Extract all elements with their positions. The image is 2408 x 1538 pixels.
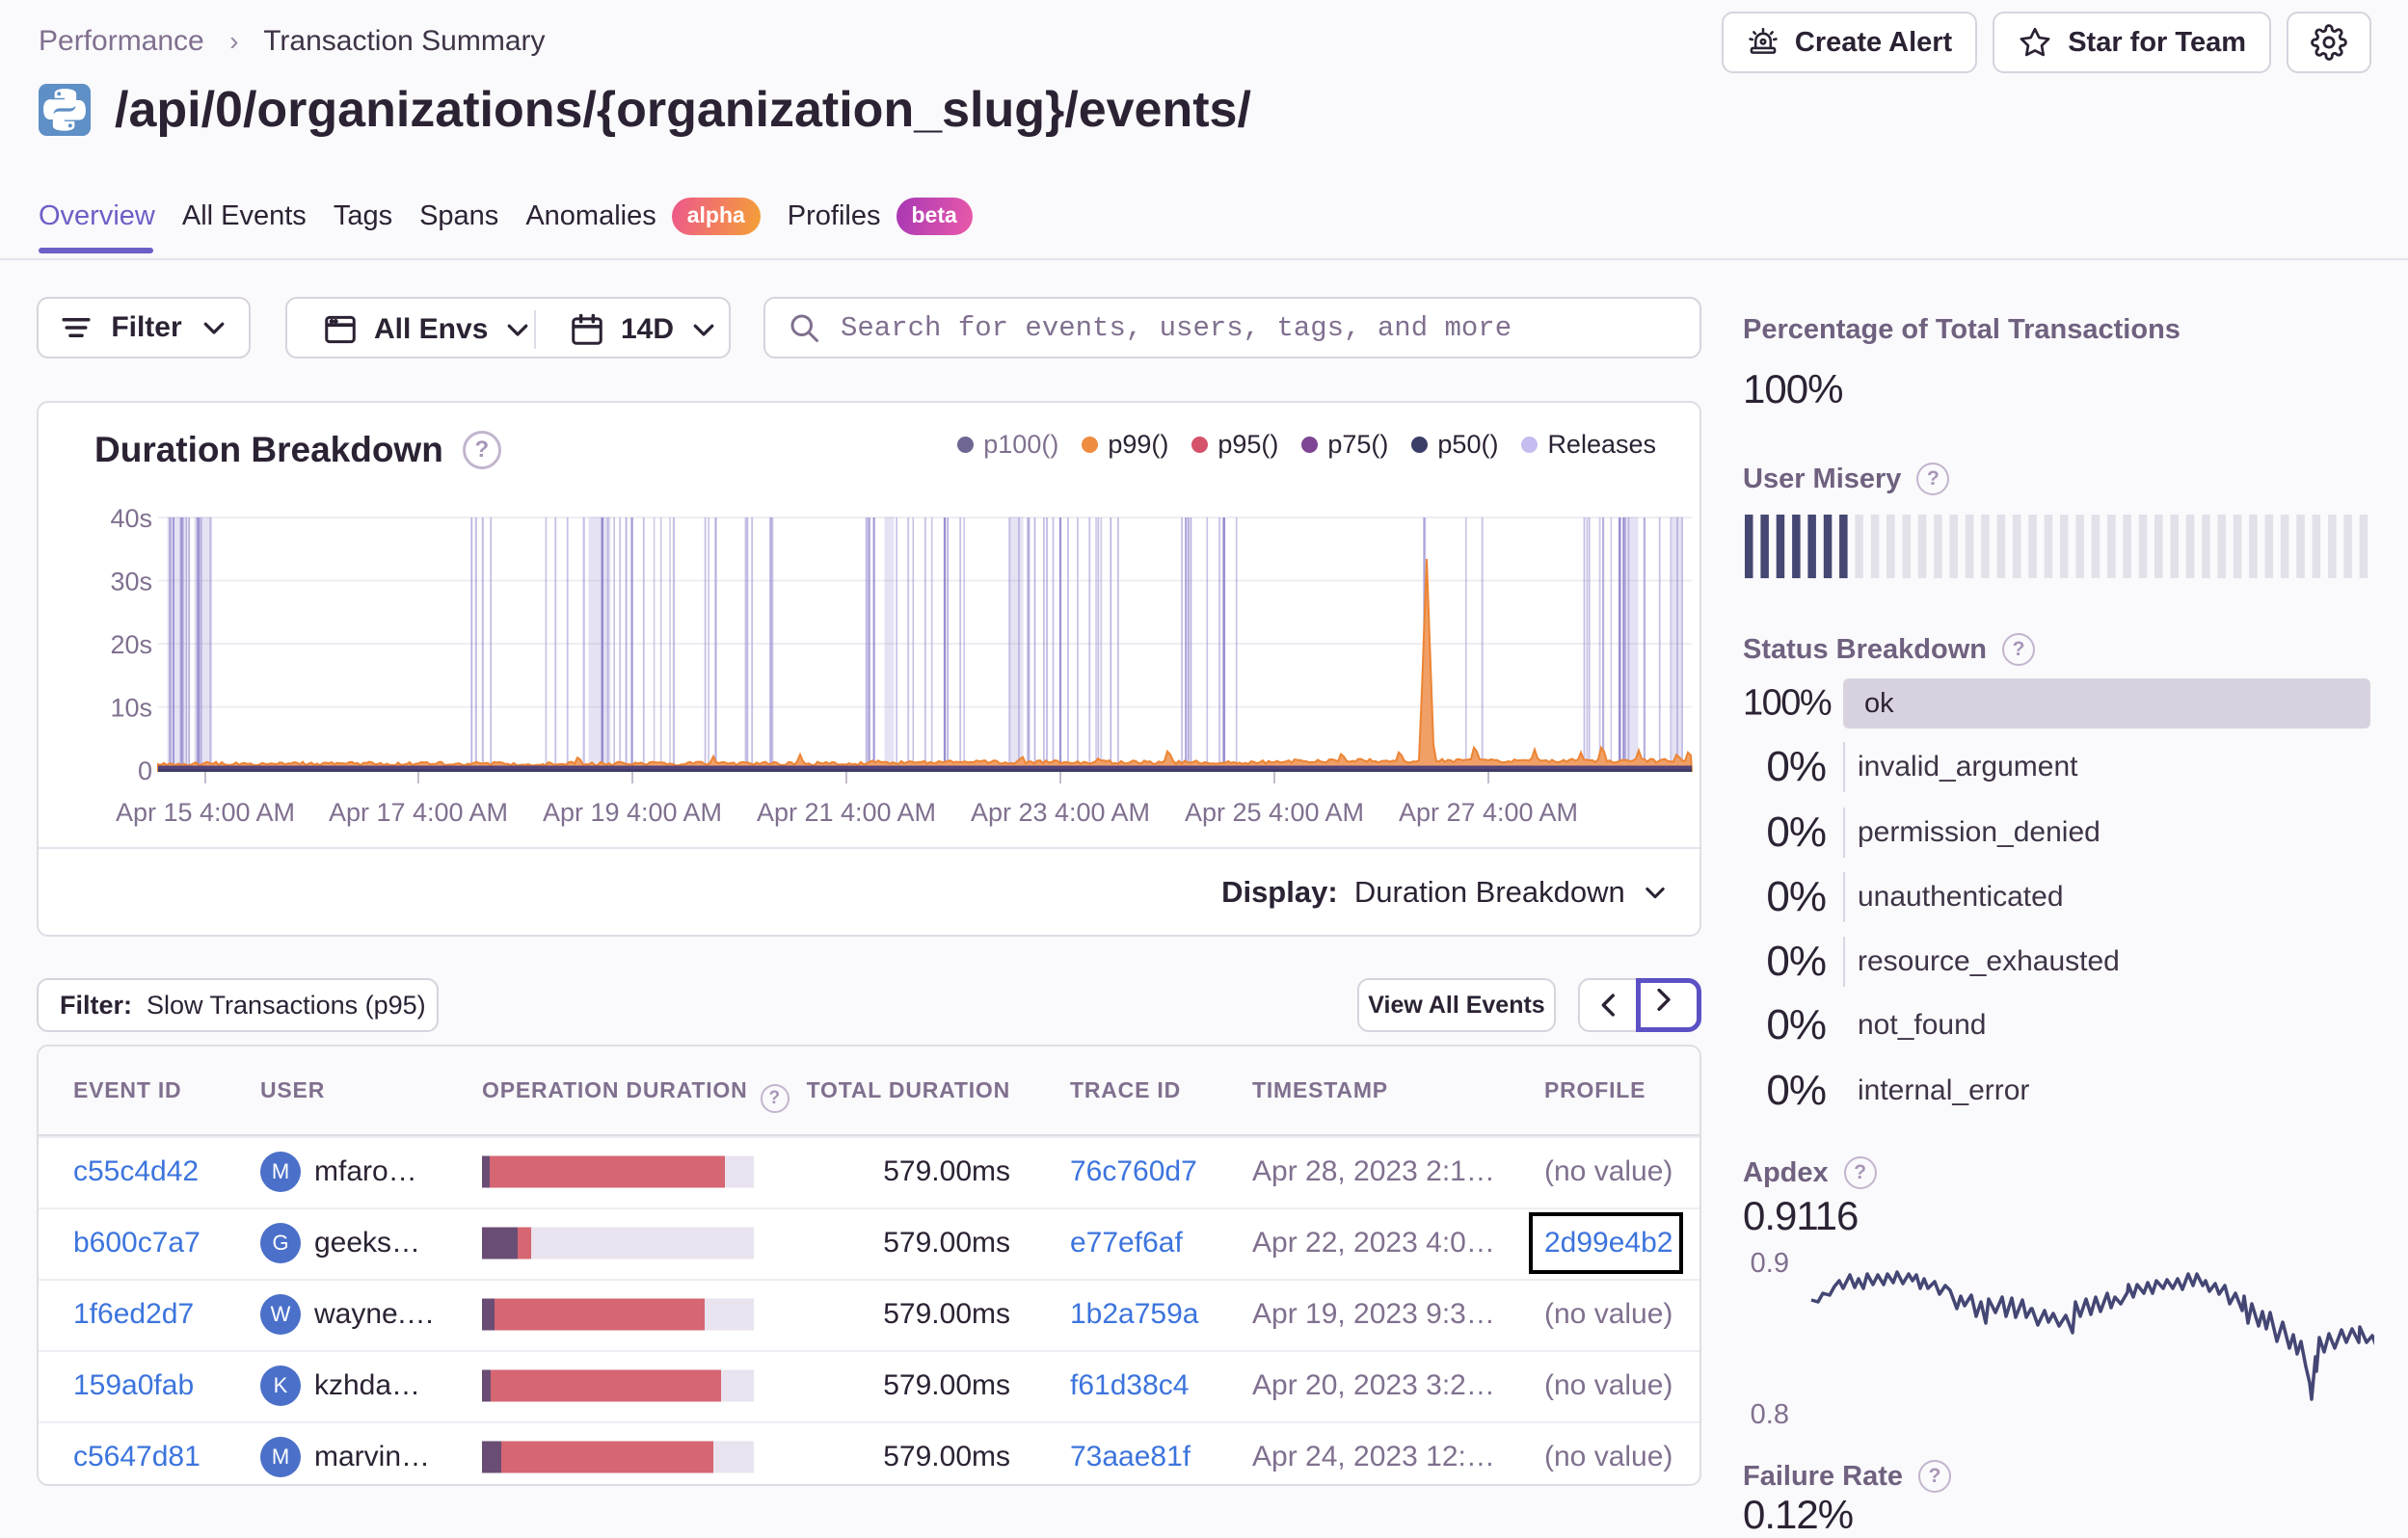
svg-text:30s: 30s <box>110 568 152 597</box>
svg-text:Apr 19 4:00 AM: Apr 19 4:00 AM <box>543 798 722 827</box>
svg-text:40s: 40s <box>110 504 152 533</box>
svg-text:Apr 17 4:00 AM: Apr 17 4:00 AM <box>329 798 508 827</box>
svg-text:0.9: 0.9 <box>1751 1248 1789 1279</box>
svg-text:Apr 15 4:00 AM: Apr 15 4:00 AM <box>116 798 295 827</box>
svg-text:20s: 20s <box>110 630 152 659</box>
svg-text:Apr 27 4:00 AM: Apr 27 4:00 AM <box>1399 798 1578 827</box>
svg-text:Apr 23 4:00 AM: Apr 23 4:00 AM <box>971 798 1150 827</box>
svg-text:0: 0 <box>138 756 152 785</box>
svg-text:10s: 10s <box>110 694 152 723</box>
svg-text:Apr 21 4:00 AM: Apr 21 4:00 AM <box>757 798 936 827</box>
svg-text:Apr 25 4:00 AM: Apr 25 4:00 AM <box>1185 798 1364 827</box>
svg-text:0.8: 0.8 <box>1751 1399 1789 1430</box>
